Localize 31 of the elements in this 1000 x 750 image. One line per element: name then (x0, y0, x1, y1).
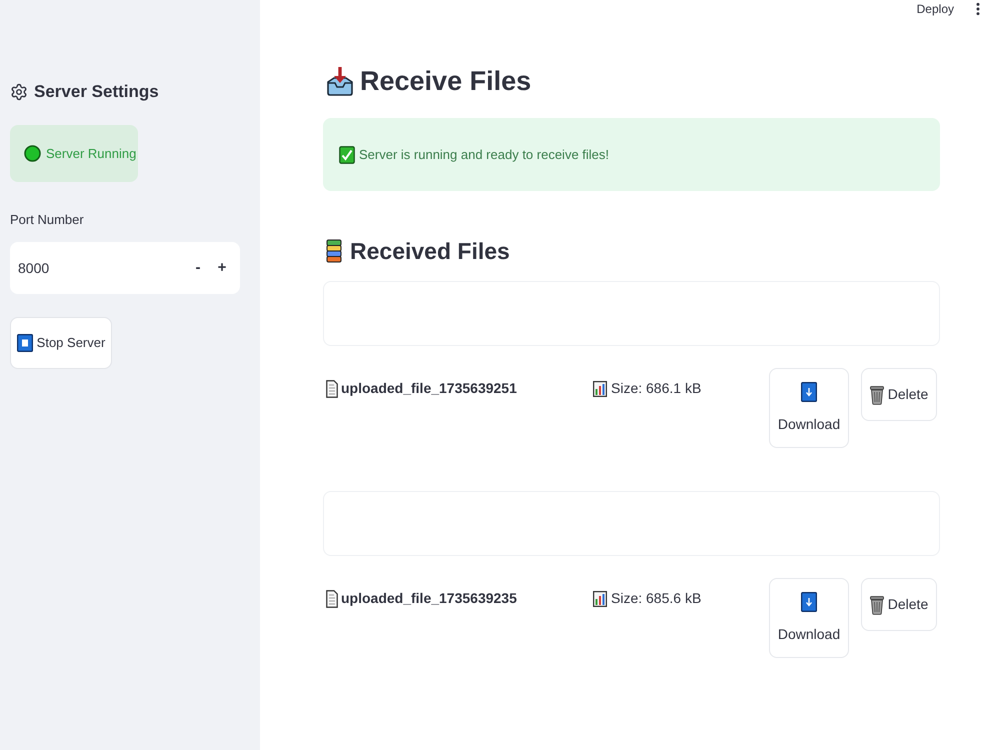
file-size: Size: 686.1 kB (611, 379, 702, 398)
delete-button[interactable]: Delete (861, 578, 937, 631)
document-icon (326, 380, 338, 398)
document-icon (326, 590, 338, 608)
settings-icon (10, 83, 28, 101)
port-number-field[interactable]: 8000 - + (10, 242, 240, 294)
bar-chart-icon (593, 590, 607, 606)
trash-icon (870, 384, 884, 404)
download-button[interactable]: Download (769, 368, 849, 448)
sidebar-title: Server Settings (34, 81, 159, 103)
download-button[interactable]: Download (769, 578, 849, 658)
section-title: Received Files (350, 237, 510, 266)
books-icon (326, 239, 342, 263)
alert-message: Server is running and ready to receive files! (359, 146, 610, 164)
increment-button[interactable]: + (210, 256, 234, 280)
file-name: uploaded_file_1735639235 (341, 589, 517, 608)
stop-server-button[interactable]: Stop Server (10, 317, 112, 369)
delete-button[interactable]: Delete (861, 368, 937, 421)
page-title: Receive Files (360, 65, 532, 98)
status-label: Server Running (46, 144, 136, 163)
check-mark-icon (339, 146, 355, 164)
status-dot-icon (24, 145, 41, 162)
inbox-tray-icon (326, 66, 354, 96)
decrement-button[interactable]: - (186, 256, 210, 280)
file-size: Size: 685.6 kB (611, 589, 702, 608)
file-name: uploaded_file_1735639251 (341, 379, 517, 398)
bar-chart-icon (593, 380, 607, 396)
stop-icon (16, 334, 33, 352)
port-label: Port Number (10, 212, 85, 228)
trash-icon (870, 594, 884, 614)
deploy-button[interactable]: Deploy (916, 0, 954, 18)
